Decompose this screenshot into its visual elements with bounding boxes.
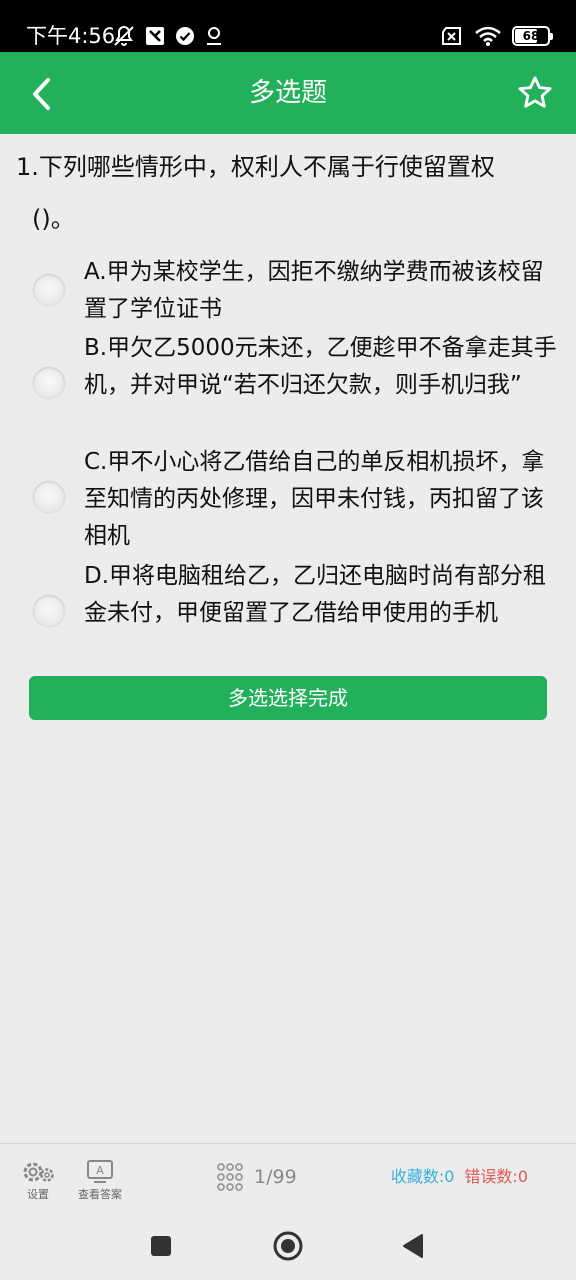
app-header: 多选题 [0, 52, 576, 134]
battery-icon: 68 [512, 26, 553, 46]
app-icon [146, 27, 164, 45]
status-time: 下午4:56 [26, 24, 116, 48]
submit-multi-select-button[interactable]: 多选选择完成 [29, 676, 547, 720]
option-a-radio[interactable] [33, 274, 65, 306]
option-c-text: C.甲不小心将乙借给自己的单反相机损坏，拿至知情的丙处修理，因甲未付钱，丙扣留了… [84, 449, 545, 549]
settings-label: 设置 [27, 1188, 49, 1201]
home-circle-icon [273, 1231, 303, 1261]
triangle-back-icon [403, 1234, 423, 1258]
answer-icon-letter: A [96, 1164, 104, 1177]
errors-count: 错误数:0 [464, 1167, 528, 1186]
settings-button[interactable]: 设置 [20, 1158, 56, 1202]
mute-icon [114, 25, 134, 46]
counts: 收藏数:0 错误数:0 [391, 1166, 528, 1188]
question-navigator[interactable]: 1/99 [216, 1162, 297, 1192]
option-c-radio[interactable] [33, 481, 65, 513]
gear-icon [23, 1162, 54, 1182]
battery-percent: 68 [522, 29, 540, 43]
question-blank: ()。 [32, 205, 75, 233]
location-icon [207, 27, 221, 45]
system-navigation-bar [0, 1211, 576, 1280]
favorite-button[interactable] [514, 72, 556, 114]
wifi-icon [475, 26, 501, 46]
favorites-count: 收藏数:0 [390, 1167, 455, 1186]
back-nav-button[interactable] [396, 1229, 430, 1263]
option-a-text: A.甲为某校学生，因拒不缴纳学费而被该校留置了学位证书 [84, 259, 544, 322]
answer-icon: A [87, 1160, 113, 1183]
option-b-text: B.甲欠乙5000元未还，乙便趁甲不备拿走其手机，并对甲说“若不归还欠款，则手机… [84, 335, 557, 398]
square-icon [151, 1236, 171, 1256]
option-d-radio[interactable] [33, 595, 65, 627]
sim-off-icon [442, 27, 461, 45]
progress-text: 1/99 [254, 1166, 297, 1188]
option-d-text: D.甲将电脑租给乙，乙归还电脑时尚有部分租金未付，甲便留置了乙借给甲使用的手机 [84, 563, 547, 626]
option-b-radio[interactable] [33, 367, 65, 399]
star-outline-icon [518, 76, 552, 108]
question-text: 1.下列哪些情形中，权利人不属于行使留置权 [16, 153, 495, 181]
view-answer-label: 查看答案 [78, 1188, 122, 1201]
page-title: 多选题 [248, 78, 327, 108]
home-button[interactable] [271, 1229, 305, 1263]
recents-button[interactable] [144, 1229, 178, 1263]
view-answer-button[interactable]: A 查看答案 [78, 1158, 122, 1202]
grid-icon [217, 1163, 243, 1191]
status-icons-left [112, 22, 224, 50]
check-circle-icon [176, 27, 194, 45]
bottom-toolbar: 设置 A 查看答案 1/99 收藏数:0 错误数:0 [0, 1143, 576, 1211]
status-icons-right: 68 [440, 22, 553, 50]
status-bar: 下午4:56 68 [0, 0, 576, 52]
